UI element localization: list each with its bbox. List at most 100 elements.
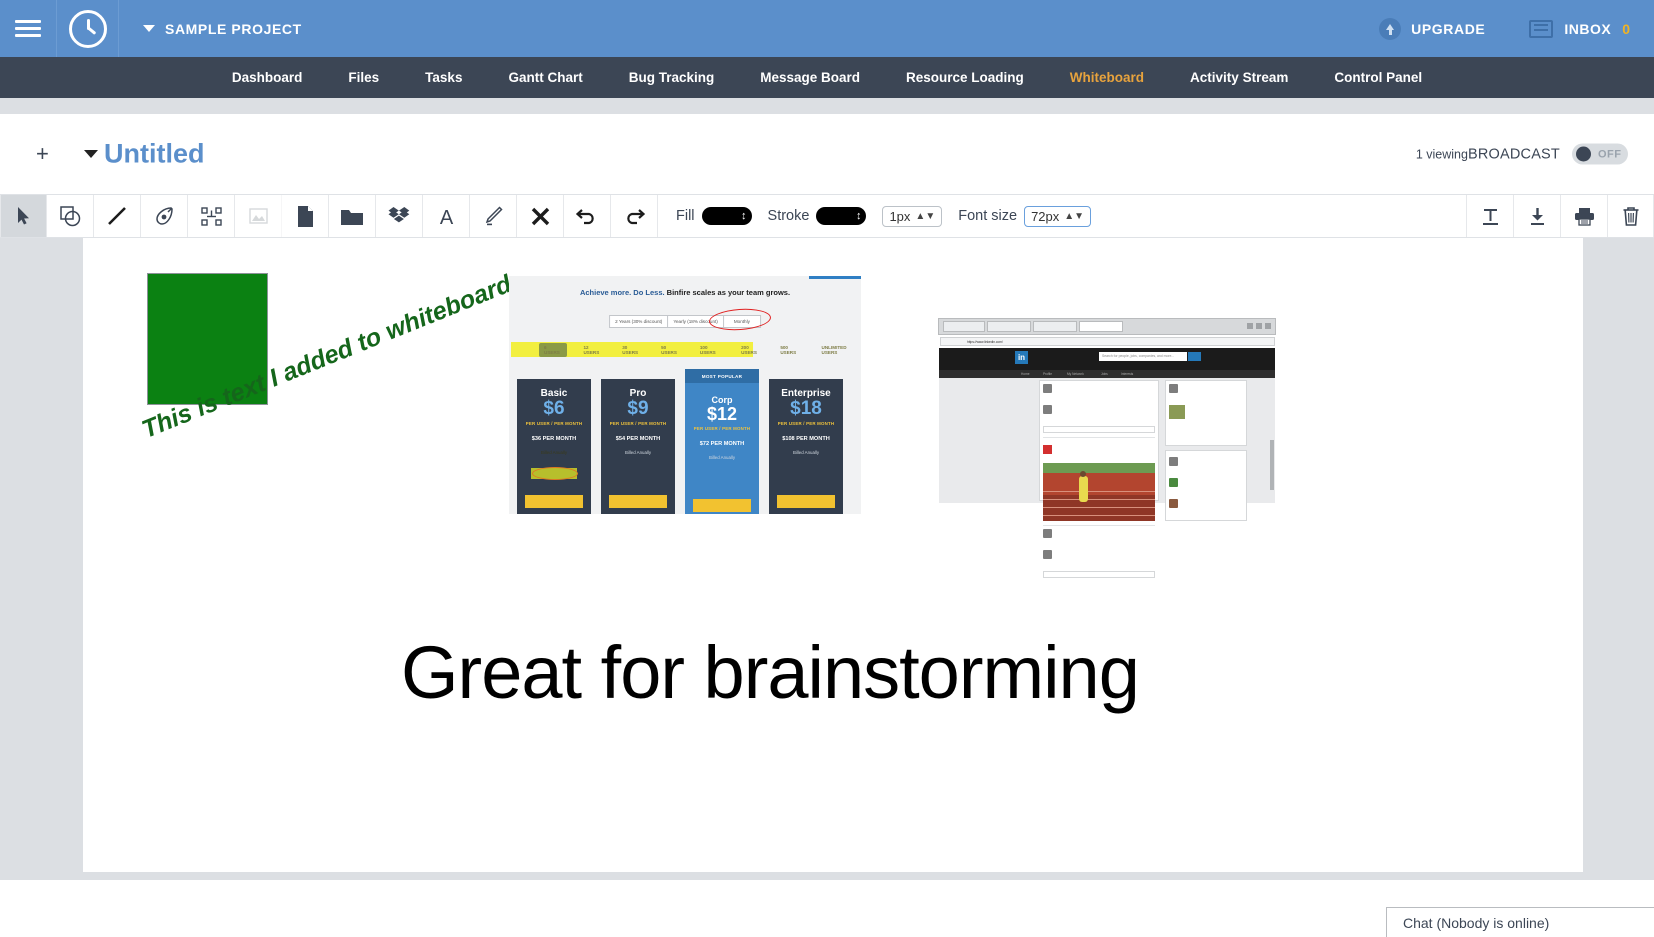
- subnav-item: My Network: [1067, 372, 1084, 376]
- inbox-button[interactable]: INBOX 0: [1529, 19, 1630, 38]
- whiteboard-toolbar: A Fill Stroke 1px ▲▼ Font size 72px: [0, 194, 1654, 238]
- user-tier-30[interactable]: 30 USERS: [622, 345, 643, 355]
- undo-tool[interactable]: [564, 195, 611, 237]
- caret-down-icon[interactable]: [84, 150, 98, 158]
- user-tier-100[interactable]: 100 USERS: [700, 345, 723, 355]
- fill-label: Fill: [676, 208, 695, 224]
- trash-button[interactable]: [1607, 195, 1654, 237]
- letter-a-icon: A: [437, 206, 456, 227]
- highlighter-tool[interactable]: [470, 195, 517, 237]
- plan-buy-button[interactable]: [525, 495, 583, 508]
- font-size-value: 72px: [1031, 208, 1060, 224]
- plan-monthly: $108 PER MONTH: [782, 435, 830, 442]
- stroke-width-select[interactable]: 1px ▲▼: [882, 205, 943, 227]
- project-name: SAMPLE PROJECT: [165, 20, 302, 37]
- bounding-box-icon: [200, 206, 222, 226]
- download-button[interactable]: [1513, 195, 1560, 237]
- linkedin-navbar: in Search for people, jobs, companies, a…: [939, 348, 1275, 370]
- canvas-image-linkedin-screenshot[interactable]: https://www.linkedin.com/ in Search for …: [938, 318, 1276, 578]
- nav-item-control-panel[interactable]: Control Panel: [1311, 57, 1445, 98]
- user-tier-6[interactable]: 6 USERS: [539, 342, 568, 357]
- pricing-top-accent: [809, 276, 861, 279]
- whiteboard-canvas[interactable]: This is text I added to whiteboard Great…: [83, 238, 1583, 872]
- chevron-down-icon: [143, 25, 155, 32]
- pen-tool[interactable]: [141, 195, 188, 237]
- broadcast-toggle[interactable]: OFF: [1572, 143, 1628, 165]
- transform-tool[interactable]: [188, 195, 235, 237]
- plan-buy-button[interactable]: [777, 495, 835, 508]
- sidebar-card: [1165, 380, 1247, 446]
- nav-item-resource-loading[interactable]: Resource Loading: [883, 57, 1047, 98]
- annotation-red-ellipse-monthly: [708, 306, 772, 333]
- print-button[interactable]: [1560, 195, 1607, 237]
- upgrade-button[interactable]: UPGRADE: [1379, 17, 1485, 40]
- plan-price: $18: [790, 398, 822, 419]
- stepper-arrows-icon: ▲▼: [1064, 210, 1085, 222]
- text-tool[interactable]: A: [423, 195, 470, 237]
- page-title[interactable]: Untitled: [104, 139, 205, 170]
- nav-item-files[interactable]: Files: [325, 57, 402, 98]
- dropbox-tool[interactable]: [376, 195, 423, 237]
- avatar: [1043, 405, 1052, 414]
- nav-item-activity-stream[interactable]: Activity Stream: [1167, 57, 1311, 98]
- font-size-select[interactable]: 72px ▲▼: [1024, 205, 1092, 227]
- line-icon: [107, 206, 127, 226]
- plan-buy-button[interactable]: [693, 499, 751, 512]
- plan-per: PER USER / PER MONTH: [609, 420, 667, 426]
- text-format-tool[interactable]: [1466, 195, 1513, 237]
- pricing-card-enterprise[interactable]: Enterprise $18 PER USER / PER MONTH $108…: [769, 379, 843, 514]
- window-controls: [1247, 323, 1271, 329]
- track-lane-line: [1043, 498, 1155, 500]
- nav-item-dashboard[interactable]: Dashboard: [209, 57, 326, 98]
- user-tier-200[interactable]: 200 USERS: [741, 345, 764, 355]
- pricing-card-corp[interactable]: MOST POPULAR Corp $12 PER USER / PER MON…: [685, 369, 759, 514]
- user-tier-12[interactable]: 12 USERS: [583, 345, 604, 355]
- folder-tool[interactable]: [329, 195, 376, 237]
- avatar: [1043, 529, 1052, 538]
- plan-annual: Billed Anually: [624, 449, 652, 455]
- browser-tab: [987, 321, 1031, 332]
- viewing-count: 1 viewing: [1415, 147, 1468, 161]
- nav-item-bug-tracking[interactable]: Bug Tracking: [606, 57, 738, 98]
- shapes-tool[interactable]: [47, 195, 94, 237]
- pricing-card-basic[interactable]: Basic $6 PER USER / PER MONTH $36 PER MO…: [517, 379, 591, 514]
- nav-item-tasks[interactable]: Tasks: [402, 57, 485, 98]
- avatar: [1169, 478, 1178, 487]
- billing-option-2years[interactable]: 2 Years (30% discount): [610, 316, 669, 327]
- add-whiteboard-button[interactable]: +: [36, 143, 49, 165]
- plan-buy-button[interactable]: [609, 495, 667, 508]
- chat-bar[interactable]: Chat (Nobody is online): [1386, 907, 1654, 937]
- stroke-color-swatch[interactable]: [816, 207, 867, 225]
- linkedin-subnav: Home Profile My Network Jobs Interests: [939, 370, 1275, 378]
- fill-color-swatch[interactable]: [701, 207, 752, 225]
- app-header: SAMPLE PROJECT UPGRADE INBOX 0: [0, 0, 1654, 57]
- scrollbar-thumb[interactable]: [1270, 440, 1274, 490]
- nav-item-gantt-chart[interactable]: Gantt Chart: [485, 57, 605, 98]
- nav-item-message-board[interactable]: Message Board: [737, 57, 883, 98]
- user-tier-50[interactable]: 50 USERS: [661, 345, 682, 355]
- project-selector[interactable]: SAMPLE PROJECT: [143, 21, 302, 37]
- select-tool[interactable]: [0, 195, 47, 237]
- line-tool[interactable]: [94, 195, 141, 237]
- hamburger-menu-button[interactable]: [0, 0, 57, 57]
- pricing-card-pro[interactable]: Pro $9 PER USER / PER MONTH $54 PER MONT…: [601, 379, 675, 514]
- toggle-knob: [1576, 146, 1591, 162]
- delete-tool[interactable]: [517, 195, 564, 237]
- svg-text:A: A: [439, 207, 453, 227]
- chat-label: Chat (Nobody is online): [1403, 914, 1550, 931]
- user-tier-unlimited[interactable]: UNLIMITED USERS: [822, 345, 861, 355]
- nav-item-whiteboard[interactable]: Whiteboard: [1047, 57, 1167, 98]
- pricing-user-tiers: 6 USERS 12 USERS 30 USERS 50 USERS 100 U…: [509, 342, 861, 357]
- search-icon: [1188, 352, 1201, 361]
- whiteboard-title-row: + Untitled 1 viewing BROADCAST OFF: [0, 114, 1654, 194]
- company-logo-icon: [1043, 445, 1052, 454]
- file-tool[interactable]: [282, 195, 329, 237]
- canvas-image-pricing-table[interactable]: Achieve more. Do Less. Binfire scales as…: [509, 276, 861, 514]
- user-tier-500[interactable]: 500 USERS: [780, 345, 803, 355]
- divider-strip: [0, 98, 1654, 114]
- clock-button[interactable]: [57, 0, 119, 57]
- redo-tool[interactable]: [611, 195, 658, 237]
- canvas-heading-text[interactable]: Great for brainstorming: [401, 630, 1140, 715]
- x-close-icon: [531, 207, 550, 226]
- broadcast-group: 1 viewing BROADCAST OFF: [1415, 143, 1628, 165]
